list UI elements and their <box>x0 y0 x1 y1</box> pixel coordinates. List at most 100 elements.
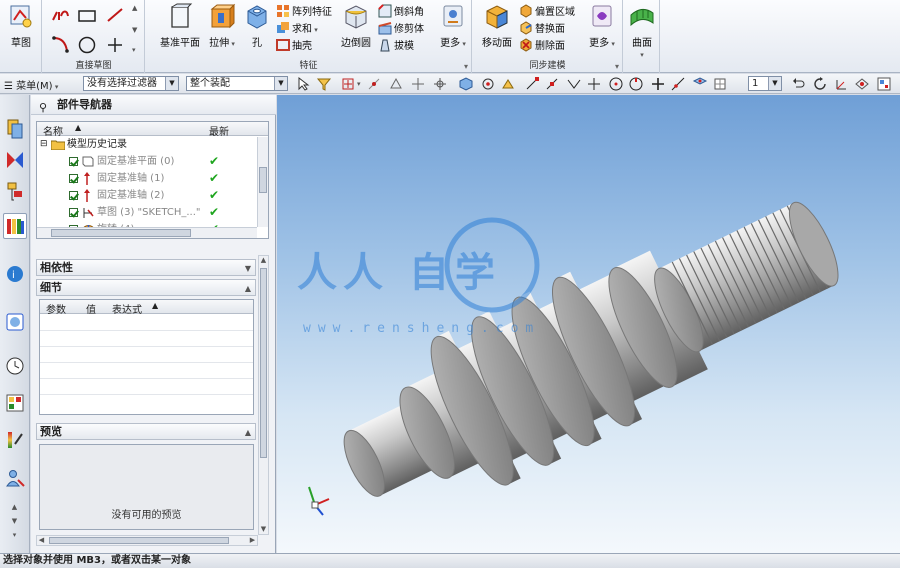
details-section-header[interactable]: 细节 ▲ <box>36 279 256 296</box>
resource-tab-system-materials[interactable] <box>3 390 27 416</box>
fit-view-icon[interactable] <box>854 76 870 92</box>
circle-icon[interactable] <box>77 35 97 55</box>
count-select[interactable]: 1 ▼ <box>748 76 782 91</box>
scroll-up-arrow[interactable]: ▲ <box>259 256 268 265</box>
select-all-icon[interactable] <box>296 76 312 92</box>
point-on-curve-icon[interactable] <box>366 76 382 92</box>
arc-center-icon[interactable] <box>608 76 624 92</box>
graphics-viewport[interactable]: 人人 自学 www.rensheng.com <box>277 95 900 553</box>
assembly-icon[interactable] <box>388 76 404 92</box>
tree-scroll-thumb[interactable] <box>259 167 267 193</box>
menu-button[interactable]: ☰ 菜单(M) ▾ <box>4 77 58 92</box>
collapse-icon[interactable]: ⊟ <box>40 136 48 153</box>
visibility-checkbox[interactable] <box>69 208 78 217</box>
sort-ascending-icon[interactable]: ▲ <box>75 123 81 132</box>
resource-tab-assembly[interactable] <box>3 115 27 141</box>
dependencies-section-header[interactable]: 相依性 ▼ <box>36 259 256 276</box>
resource-tab-process-studio[interactable] <box>3 427 27 453</box>
solid-body-icon[interactable] <box>458 76 474 92</box>
filter-icon[interactable] <box>316 76 332 92</box>
move-face-button[interactable]: 移动面 <box>477 3 517 49</box>
trim-body-button[interactable]: 修剪体 <box>378 21 424 37</box>
direct-sketch-expand[interactable]: ▾ <box>132 46 136 54</box>
pin-icon[interactable]: ⚲ <box>39 98 47 118</box>
tree-row-datum-plane[interactable]: 固定基准平面 (0) ✔ <box>37 153 268 170</box>
profile-icon[interactable] <box>51 8 71 24</box>
panel-scroll-thumb[interactable] <box>260 268 267 458</box>
sort-ascending-icon[interactable]: ▲ <box>152 301 158 310</box>
crosshair-icon[interactable] <box>432 76 448 92</box>
resource-tab-history[interactable] <box>3 353 27 379</box>
edge-blend-button[interactable]: 边倒圆 <box>336 3 376 49</box>
resource-bar-expand[interactable]: ▾ <box>10 531 19 540</box>
rotate-icon[interactable] <box>812 76 828 92</box>
direct-sketch-scroll-up[interactable]: ▲ <box>132 4 137 12</box>
type-filter-select[interactable]: 没有选择过滤器 ▼ <box>83 76 179 91</box>
offset-region-button[interactable]: 偏置区域 <box>519 4 575 20</box>
sync-more-button[interactable]: 更多 ▾ <box>585 3 619 49</box>
resource-tab-hd3d[interactable]: i <box>3 261 27 287</box>
sketch-button[interactable]: 草图 <box>4 3 38 49</box>
tree-hscroll-thumb[interactable] <box>51 229 191 237</box>
resource-tab-web-browser[interactable] <box>3 309 27 335</box>
preview-section-header[interactable]: 预览 ▲ <box>36 423 256 440</box>
feature-group-options-icon[interactable]: ▾ <box>464 62 468 71</box>
arc-icon[interactable] <box>51 34 71 54</box>
hole-button[interactable]: 孔 <box>242 3 272 49</box>
point-on-face-icon[interactable] <box>692 76 708 92</box>
tree-row-datum-axis-2[interactable]: 固定基准轴 (2) ✔ <box>37 187 268 204</box>
sync-group-options-icon[interactable]: ▾ <box>615 62 619 71</box>
snap-point-dropdown[interactable]: ▾ <box>357 80 361 88</box>
tree-row-sketch[interactable]: 草图 (3) "SKETCH_..." ✔ <box>37 204 268 221</box>
draft-button[interactable]: 拔模 <box>378 38 414 54</box>
chamfer-button[interactable]: 倒斜角 <box>378 4 424 20</box>
pattern-feature-button[interactable]: 阵列特征 <box>276 4 332 20</box>
tree-root-row[interactable]: ⊟ 模型历史记录 <box>37 136 268 153</box>
resource-tab-roles[interactable] <box>3 465 27 491</box>
resource-tab-constraint[interactable] <box>3 147 27 173</box>
shell-button[interactable]: 抽壳 <box>276 38 312 54</box>
rectangle-icon[interactable] <box>77 8 97 24</box>
point-icon[interactable] <box>105 35 125 55</box>
resource-tab-reuse-library[interactable] <box>3 213 27 239</box>
scroll-right-arrow[interactable]: ▶ <box>248 536 257 545</box>
column-header-expression[interactable]: 表达式 <box>112 301 142 316</box>
existing-point-icon[interactable] <box>650 76 666 92</box>
scroll-down-arrow[interactable]: ▼ <box>259 525 268 534</box>
resource-bar-scroll-down[interactable]: ▼ <box>10 517 19 526</box>
scroll-left-arrow[interactable]: ◀ <box>37 536 46 545</box>
column-header-value[interactable]: 值 <box>86 301 96 316</box>
visibility-checkbox[interactable] <box>69 157 78 166</box>
extrude-button[interactable]: 拉伸 ▾ <box>204 3 240 49</box>
intersection-icon[interactable] <box>586 76 602 92</box>
resource-bar-scroll-up[interactable]: ▲ <box>10 503 19 512</box>
visibility-checkbox[interactable] <box>69 174 78 183</box>
datum-plane-button[interactable]: 基准平面 <box>156 3 204 49</box>
undo-icon[interactable] <box>790 76 806 92</box>
point-on-curve-snap-icon[interactable] <box>670 76 686 92</box>
quadrant-icon[interactable] <box>628 76 644 92</box>
panel-horizontal-scrollbar[interactable]: ◀ ▶ <box>36 535 258 546</box>
surface-button[interactable]: 曲面 ▾ <box>626 3 658 60</box>
selection-scope-select[interactable]: 整个装配 ▼ <box>186 76 288 91</box>
visibility-checkbox[interactable] <box>69 191 78 200</box>
delete-face-button[interactable]: 删除面 <box>519 38 565 54</box>
panel-hscroll-thumb[interactable] <box>49 537 229 544</box>
direct-sketch-scroll-down[interactable]: ▼ <box>132 26 137 34</box>
move-icon[interactable] <box>410 76 426 92</box>
snap-point-icon[interactable] <box>340 76 356 92</box>
line-icon[interactable] <box>105 6 125 24</box>
wcs-icon[interactable] <box>834 76 850 92</box>
layout-icon[interactable] <box>876 76 892 92</box>
panel-vertical-scrollbar[interactable]: ▲ ▼ <box>258 255 269 535</box>
bounded-grid-icon[interactable] <box>712 76 728 92</box>
feature-select-icon[interactable] <box>500 76 516 92</box>
resource-tab-part-navigator[interactable] <box>3 179 27 205</box>
endpoint-icon[interactable] <box>524 76 540 92</box>
face-select-icon[interactable] <box>480 76 496 92</box>
unite-button[interactable]: 求和 ▾ <box>276 21 318 37</box>
midpoint-icon[interactable] <box>544 76 560 92</box>
control-point-icon[interactable] <box>566 76 582 92</box>
tree-row-datum-axis-1[interactable]: 固定基准轴 (1) ✔ <box>37 170 268 187</box>
replace-face-button[interactable]: 替换面 <box>519 21 565 37</box>
